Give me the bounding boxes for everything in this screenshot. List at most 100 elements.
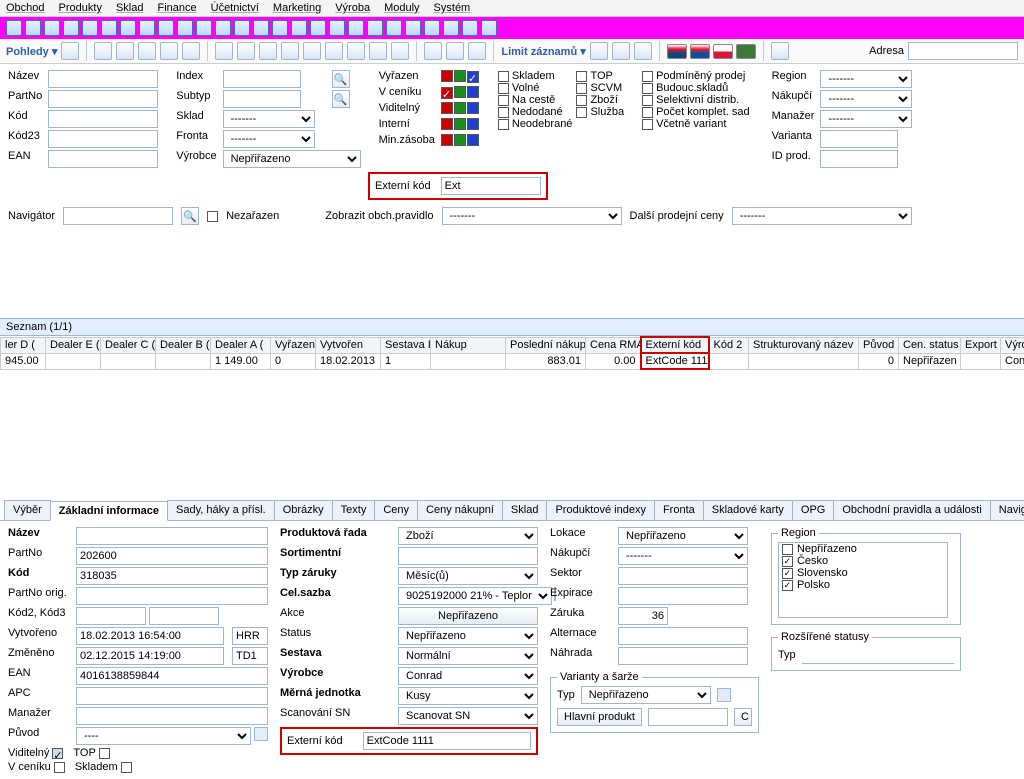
tb-icon[interactable] xyxy=(272,20,288,36)
filter-partno[interactable] xyxy=(48,90,158,108)
tri-toggle[interactable] xyxy=(467,134,479,146)
c-btn[interactable]: C xyxy=(734,708,752,726)
tri-toggle[interactable] xyxy=(454,102,466,114)
tab-opg[interactable]: OPG xyxy=(792,500,834,520)
adresa-input[interactable] xyxy=(908,42,1018,60)
tab-skladkarty[interactable]: Skladové karty xyxy=(703,500,793,520)
filter-varianta[interactable] xyxy=(820,130,898,148)
tv-icon[interactable] xyxy=(160,42,178,60)
flag-icon[interactable] xyxy=(736,44,756,59)
menu-finance[interactable]: Finance xyxy=(157,2,196,14)
chk-komplet[interactable] xyxy=(642,107,653,118)
region-chk[interactable] xyxy=(782,544,793,555)
tb-icon[interactable] xyxy=(25,20,41,36)
region-list[interactable]: Nepřiřazeno ✓Česko ✓Slovensko ✓Polsko xyxy=(778,542,948,618)
menu-system[interactable]: Systém xyxy=(434,2,471,14)
d-scansn[interactable]: Scanovat SN xyxy=(398,707,538,725)
chk-viditelny[interactable]: ✓ xyxy=(52,748,63,759)
tb-icon[interactable] xyxy=(481,20,497,36)
col-h[interactable]: Dealer C ( xyxy=(101,337,156,353)
filter-sklad[interactable]: ------- xyxy=(223,110,315,128)
chk-naceste[interactable] xyxy=(498,95,509,106)
chk-vceniku[interactable] xyxy=(54,762,65,773)
tb-icon[interactable] xyxy=(139,20,155,36)
d-kod2[interactable] xyxy=(76,607,146,625)
chk-variant[interactable] xyxy=(642,119,653,130)
table-row[interactable]: 945.001 149.00018.02.20131883.010.00ExtC… xyxy=(1,353,1024,369)
d-zmeneno[interactable] xyxy=(76,647,224,665)
col-h[interactable]: Export xyxy=(961,337,1001,353)
tri-toggle[interactable] xyxy=(467,86,479,98)
tab-obrazky[interactable]: Obrázky xyxy=(274,500,333,520)
d-typ4[interactable] xyxy=(802,646,954,664)
hlavprod-btn[interactable]: Hlavní produkt xyxy=(557,708,642,726)
col-h[interactable]: Dealer A ( xyxy=(211,337,271,353)
search-icon[interactable]: 🔍 xyxy=(332,70,350,88)
tv-icon[interactable] xyxy=(94,42,112,60)
col-h[interactable]: Vyřazen xyxy=(271,337,316,353)
col-h[interactable]: Kód 2 xyxy=(709,337,749,353)
tab-vyber[interactable]: Výběr xyxy=(4,500,51,520)
filter-index[interactable] xyxy=(223,70,301,88)
menu-produkty[interactable]: Produkty xyxy=(59,2,102,14)
tb-icon[interactable] xyxy=(405,20,421,36)
d-ean[interactable] xyxy=(76,667,268,685)
tri-toggle[interactable] xyxy=(454,118,466,130)
chk-selektiv[interactable] xyxy=(642,95,653,106)
search-icon[interactable]: 🔍 xyxy=(181,207,199,225)
tv-icon[interactable] xyxy=(347,42,365,60)
tv-icon[interactable] xyxy=(61,42,79,60)
d-manazer[interactable] xyxy=(76,707,268,725)
tri-toggle[interactable] xyxy=(441,70,453,82)
chk-podm[interactable] xyxy=(642,71,653,82)
tv-icon[interactable] xyxy=(116,42,134,60)
region-chk[interactable]: ✓ xyxy=(782,568,793,579)
tri-toggle[interactable] xyxy=(467,102,479,114)
tv-icon[interactable] xyxy=(369,42,387,60)
col-h-externikod[interactable]: Externí kód xyxy=(641,337,709,353)
d-typzaruky[interactable]: Měsíc(ů) xyxy=(398,567,538,585)
tri-toggle[interactable] xyxy=(454,134,466,146)
d-puvod[interactable]: ---- xyxy=(76,727,251,745)
region-chk[interactable]: ✓ xyxy=(782,556,793,567)
tb-icon[interactable] xyxy=(177,20,193,36)
col-h[interactable]: Cen. status xyxy=(899,337,961,353)
flag-icon[interactable] xyxy=(667,44,687,59)
tb-icon[interactable] xyxy=(291,20,307,36)
tri-toggle[interactable] xyxy=(454,86,466,98)
tri-toggle[interactable]: ✓ xyxy=(467,71,479,83)
tb-icon[interactable] xyxy=(462,20,478,36)
col-h[interactable]: Nákup xyxy=(431,337,506,353)
tv-icon[interactable] xyxy=(182,42,200,60)
chk-nezaren[interactable] xyxy=(207,211,218,222)
tv-icon[interactable] xyxy=(634,42,652,60)
menu-obchod[interactable]: Obchod xyxy=(6,2,45,14)
tv-icon[interactable] xyxy=(468,42,486,60)
tb-icon[interactable] xyxy=(386,20,402,36)
d-celsazba[interactable]: 9025192000 21% - Teplor xyxy=(398,587,552,605)
d-sortimentni[interactable] xyxy=(398,547,538,565)
filter-kod[interactable] xyxy=(48,110,158,128)
limit-dropdown[interactable]: Limit záznamů ▾ xyxy=(501,45,585,58)
filter-nakupci[interactable]: ------- xyxy=(820,90,912,108)
tv-icon[interactable] xyxy=(281,42,299,60)
col-h[interactable]: Strukturovaný název xyxy=(749,337,859,353)
filter-idprod[interactable] xyxy=(820,150,898,168)
d-partno[interactable] xyxy=(76,547,268,565)
filter-ean[interactable] xyxy=(48,150,158,168)
tb-icon[interactable] xyxy=(424,20,440,36)
tb-icon[interactable] xyxy=(158,20,174,36)
tab-texty[interactable]: Texty xyxy=(332,500,376,520)
tb-icon[interactable] xyxy=(6,20,22,36)
tv-icon[interactable] xyxy=(771,42,789,60)
chk-skladem[interactable] xyxy=(498,71,509,82)
d-externikod[interactable] xyxy=(363,732,531,750)
menu-sklad[interactable]: Sklad xyxy=(116,2,144,14)
tb-icon[interactable] xyxy=(253,20,269,36)
chk-sluzba[interactable] xyxy=(576,107,587,118)
filter-nazev[interactable] xyxy=(48,70,158,88)
tri-toggle[interactable] xyxy=(454,70,466,82)
chk-nedodane[interactable] xyxy=(498,107,509,118)
chk-neodebrane[interactable] xyxy=(498,119,509,130)
chk-budouc[interactable] xyxy=(642,83,653,94)
